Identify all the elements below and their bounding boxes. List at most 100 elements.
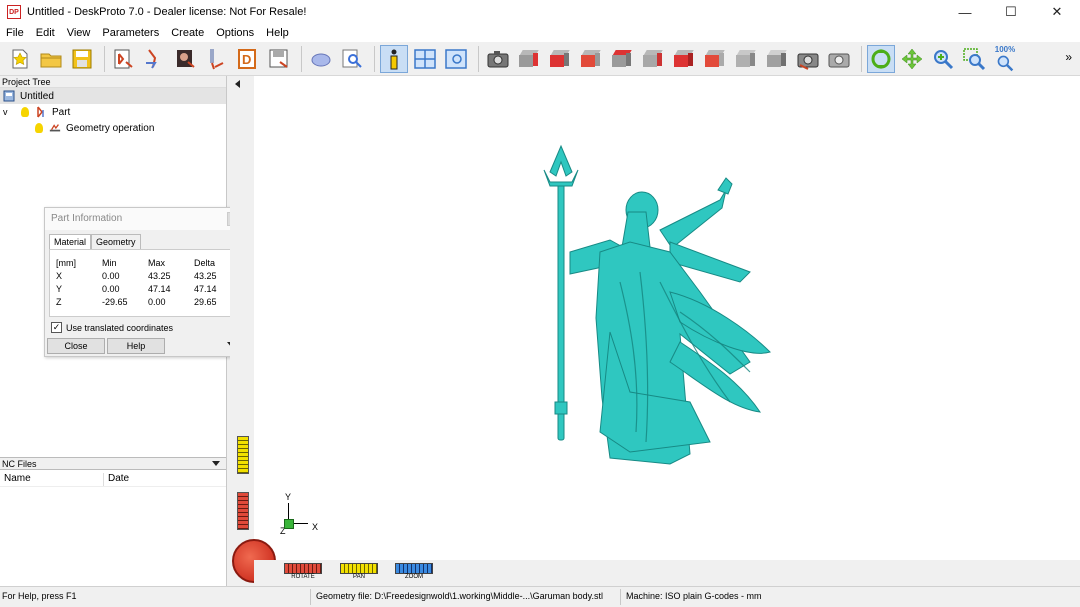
main-toolbar: D 100% » — [0, 42, 1080, 76]
tab-material[interactable]: Material — [49, 234, 92, 249]
toolbar-separator — [478, 45, 479, 72]
view-iso-3-icon[interactable] — [763, 45, 791, 73]
dropdown-arrow-icon[interactable] — [212, 461, 220, 466]
tree-item-label: Untitled — [20, 90, 54, 102]
tree-item-untitled[interactable]: Untitled — [0, 88, 226, 104]
table-row: Z -29.65 0.00 29.65 — [56, 295, 240, 308]
menu-file[interactable]: File — [0, 27, 30, 39]
view-top-icon[interactable] — [639, 45, 667, 73]
maximize-button[interactable]: ☐ — [988, 0, 1034, 24]
save-project-icon[interactable] — [68, 45, 96, 73]
camera-icon[interactable] — [484, 45, 512, 73]
min-value: 0.00 — [102, 283, 120, 294]
app-icon: DP — [7, 5, 21, 19]
zoom-100-icon[interactable]: 100% — [991, 45, 1019, 73]
view-bottom-icon[interactable] — [670, 45, 698, 73]
visibility-bulb-icon[interactable] — [21, 107, 29, 117]
open-project-icon[interactable] — [37, 45, 65, 73]
status-divider — [620, 589, 621, 605]
bitmap-geometry-icon[interactable] — [172, 45, 200, 73]
menu-help[interactable]: Help — [260, 27, 295, 39]
column-header-date[interactable]: Date — [104, 473, 226, 486]
find-icon[interactable] — [338, 45, 366, 73]
header-max: Max — [148, 257, 166, 268]
tree-item-label: Part — [52, 106, 71, 118]
close-dialog-button[interactable]: Close — [47, 338, 105, 354]
header-unit: [mm] — [56, 257, 76, 268]
svg-text:D: D — [242, 52, 251, 67]
close-button[interactable]: ✕ — [1034, 0, 1080, 24]
expand-chevron-icon[interactable]: v — [3, 107, 15, 117]
help-button[interactable]: Help — [107, 338, 165, 354]
save-as-icon[interactable] — [265, 45, 293, 73]
view-iso-2-icon[interactable] — [732, 45, 760, 73]
checkbox-label: Use translated coordinates — [66, 322, 174, 333]
menu-create[interactable]: Create — [165, 27, 210, 39]
rotate-view-icon[interactable] — [867, 44, 895, 73]
viewport-side-strip — [230, 76, 254, 586]
pan-wheel[interactable] — [340, 563, 378, 574]
zoom-level-label: 100% — [994, 44, 1016, 54]
status-help-text: For Help, press F1 — [2, 591, 77, 601]
print-preview-icon[interactable] — [825, 45, 853, 73]
collapse-panel-icon[interactable] — [235, 80, 240, 88]
menu-edit[interactable]: Edit — [30, 27, 61, 39]
toolbar-separator — [301, 45, 302, 72]
status-bar: For Help, press F1 Geometry file: D:\Fre… — [0, 586, 1080, 607]
pan-view-icon[interactable] — [898, 45, 926, 73]
project-icon — [3, 90, 15, 102]
vector-geometry-icon[interactable] — [141, 45, 169, 73]
tree-item-label: Geometry operation — [66, 122, 155, 134]
minimize-button[interactable]: — — [942, 0, 988, 24]
axis-indicator: Y X Z — [278, 490, 328, 540]
min-value: -29.65 — [102, 296, 128, 307]
operation-icon — [49, 124, 61, 132]
new-project-icon[interactable] — [6, 45, 34, 73]
view-left-icon[interactable] — [577, 45, 605, 73]
toolbar-overflow-button[interactable]: » — [1065, 50, 1072, 64]
zoom-wheel-label: ZOOM — [405, 574, 423, 580]
view-back-icon[interactable] — [546, 45, 574, 73]
menu-parameters[interactable]: Parameters — [96, 27, 165, 39]
axis-x-label: X — [312, 522, 319, 532]
status-divider — [310, 589, 311, 605]
menu-bar: File Edit View Parameters Create Options… — [0, 24, 1080, 42]
zoom-window-icon[interactable] — [960, 45, 988, 73]
pan-vertical-wheel[interactable] — [237, 436, 249, 474]
rotate-wheel[interactable] — [284, 563, 322, 574]
wizard-3d-model — [543, 144, 771, 465]
pan-wheel-label: PAN — [353, 574, 365, 580]
column-header-name[interactable]: Name — [0, 473, 104, 486]
part-icon — [37, 106, 44, 118]
part-info-icon[interactable] — [380, 44, 408, 73]
axis-label: X — [56, 270, 63, 281]
tab-geometry[interactable]: Geometry — [91, 234, 141, 249]
view-options-icon[interactable] — [442, 45, 470, 73]
menu-options[interactable]: Options — [210, 27, 260, 39]
screenshot-icon[interactable] — [794, 45, 822, 73]
menu-view[interactable]: View — [61, 27, 97, 39]
part-information-dialog: Part Information Material Geometry [mm] … — [44, 207, 244, 357]
translated-coordinates-checkbox[interactable]: ✓ — [51, 322, 62, 333]
zoom-in-icon[interactable] — [929, 45, 957, 73]
table-header-row: [mm] Min Max Delta — [56, 256, 240, 269]
layout-views-icon[interactable] — [411, 45, 439, 73]
min-value: 0.00 — [102, 270, 120, 281]
view-iso-1-icon[interactable] — [701, 45, 729, 73]
project-tree-header: Project Tree — [0, 76, 226, 88]
dxf-geometry-icon[interactable]: D — [234, 45, 262, 73]
view-right-icon[interactable] — [608, 45, 636, 73]
3d-viewport[interactable]: Y X Z ROTATE PAN ZOOM — [230, 76, 1080, 586]
tree-item-part[interactable]: v Part — [0, 104, 226, 120]
part-geometry-icon[interactable] — [110, 45, 138, 73]
tree-item-geometry-operation[interactable]: Geometry operation — [0, 120, 226, 136]
visibility-bulb-icon[interactable] — [35, 123, 43, 133]
view-front-icon[interactable] — [515, 45, 543, 73]
drawing-icon[interactable] — [203, 45, 231, 73]
nc-files-header[interactable]: NC Files — [0, 457, 226, 470]
translated-coordinates-option[interactable]: ✓ Use translated coordinates — [51, 322, 173, 333]
zoom-wheel[interactable] — [395, 563, 433, 574]
table-row: Y 0.00 47.14 47.14 — [56, 282, 240, 295]
rotate-vertical-wheel[interactable] — [237, 492, 249, 530]
shading-icon[interactable] — [307, 45, 335, 73]
